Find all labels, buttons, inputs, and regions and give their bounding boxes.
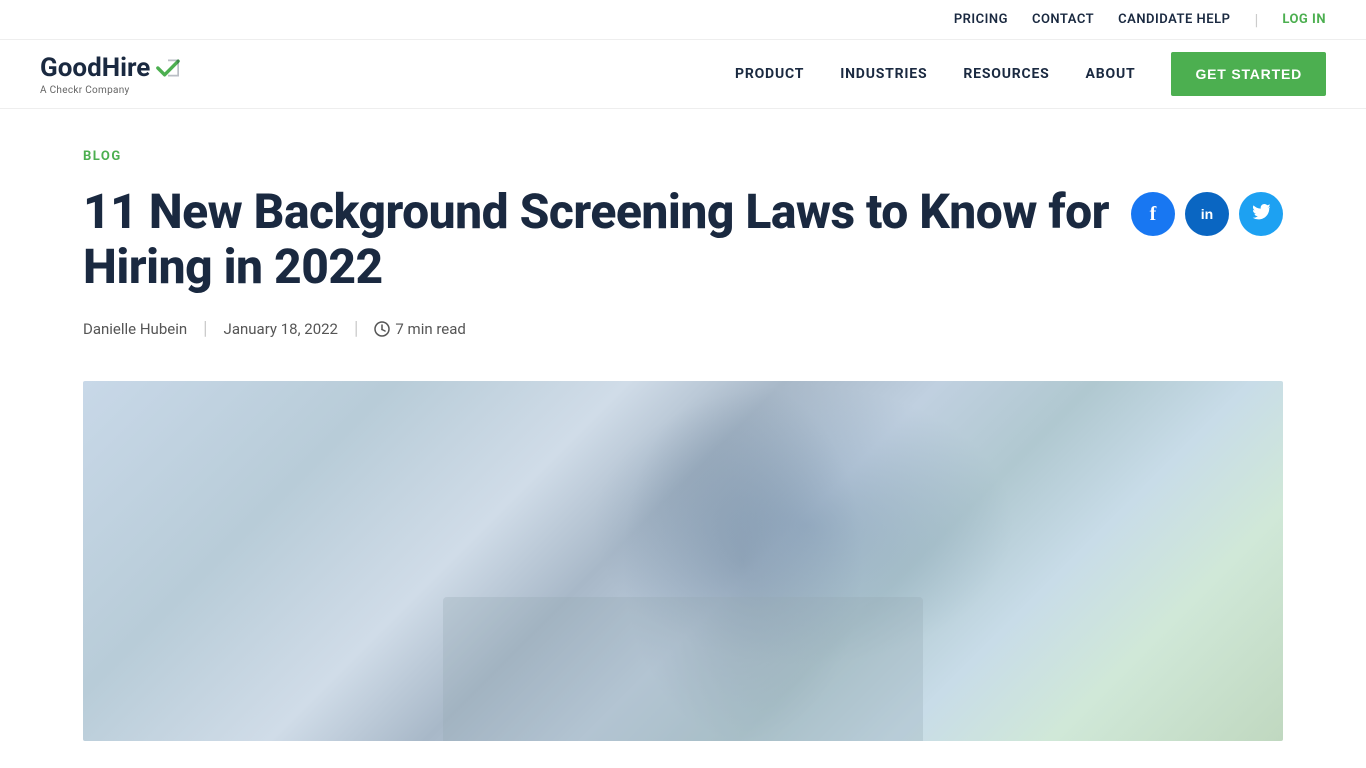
nav-industries[interactable]: INDUSTRIES <box>840 66 927 82</box>
contact-link[interactable]: CONTACT <box>1032 12 1094 27</box>
main-content: BLOG 11 New Background Screening Laws to… <box>43 109 1323 741</box>
candidate-help-link[interactable]: CANDIDATE HELP <box>1118 12 1230 27</box>
article-title-section: 11 New Background Screening Laws to Know… <box>83 184 1123 371</box>
top-utility-bar: PRICING CONTACT CANDIDATE HELP | LOG IN <box>0 0 1366 40</box>
pricing-link[interactable]: PRICING <box>954 12 1008 27</box>
logo-container[interactable]: GoodHire A Checkr Company <box>40 53 182 96</box>
facebook-share-button[interactable]: f <box>1131 192 1175 236</box>
facebook-icon: f <box>1150 203 1157 226</box>
article-author: Danielle Hubein <box>83 320 187 338</box>
read-time: 7 min read <box>374 320 465 338</box>
nav-divider: | <box>1254 10 1258 29</box>
get-started-button[interactable]: GET STARTED <box>1171 52 1326 96</box>
logo-subtitle: A Checkr Company <box>40 85 182 96</box>
logo-name: GoodHire <box>40 53 150 83</box>
article-meta: Danielle Hubein | January 18, 2022 | 7 m… <box>83 318 1123 339</box>
nav-links: PRODUCT INDUSTRIES RESOURCES ABOUT GET S… <box>735 52 1326 96</box>
linkedin-icon: in <box>1201 206 1213 222</box>
social-share: f in <box>1131 192 1283 236</box>
meta-divider-2: | <box>354 318 358 339</box>
article-date: January 18, 2022 <box>224 320 338 338</box>
twitter-share-button[interactable] <box>1239 192 1283 236</box>
blog-label: BLOG <box>83 149 1283 164</box>
hero-image <box>83 381 1283 741</box>
linkedin-share-button[interactable]: in <box>1185 192 1229 236</box>
logo: GoodHire <box>40 53 182 83</box>
twitter-icon <box>1251 204 1271 224</box>
clock-icon <box>374 321 390 337</box>
logo-checkmark-icon <box>154 57 182 79</box>
nav-resources[interactable]: RESOURCES <box>963 66 1049 82</box>
main-nav: GoodHire A Checkr Company PRODUCT INDUST… <box>0 40 1366 109</box>
article-header: 11 New Background Screening Laws to Know… <box>83 184 1283 371</box>
read-time-label: 7 min read <box>395 320 465 338</box>
nav-product[interactable]: PRODUCT <box>735 66 804 82</box>
article-title: 11 New Background Screening Laws to Know… <box>83 184 1123 294</box>
meta-divider: | <box>203 318 207 339</box>
login-link[interactable]: LOG IN <box>1282 12 1326 27</box>
nav-about[interactable]: ABOUT <box>1086 66 1136 82</box>
